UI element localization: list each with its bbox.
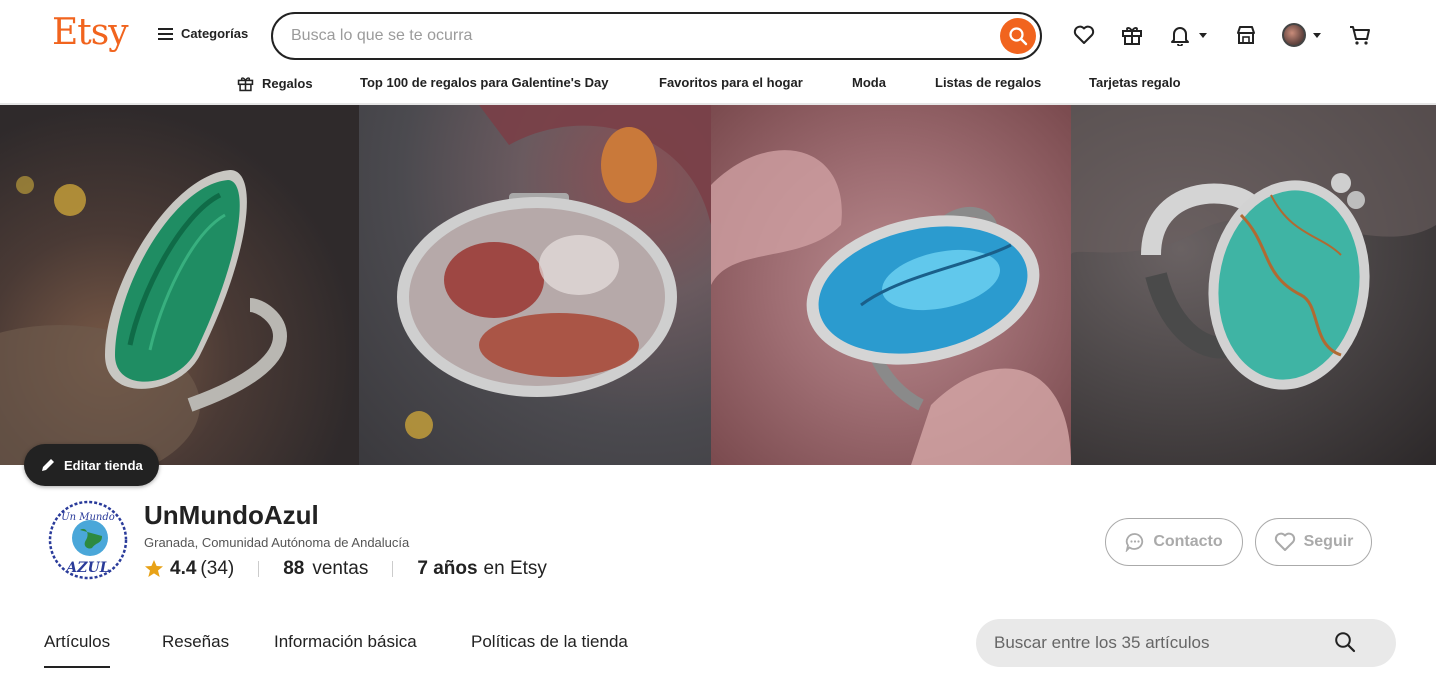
contact-label: Contacto <box>1153 533 1223 550</box>
gift-icon <box>237 77 254 92</box>
nav-item-top-100[interactable]: Top 100 de regalos para Galentine's Day <box>360 75 609 90</box>
heart-icon <box>1274 532 1295 551</box>
top-bar: Etsy Categorías <box>0 0 1436 70</box>
follow-button[interactable]: Seguir <box>1255 518 1372 566</box>
shop-stats: 4.4 (34) 88 ventas 7 años en Etsy <box>144 556 547 582</box>
nav-item-hogar[interactable]: Favoritos para el hogar <box>659 75 803 90</box>
categories-button[interactable]: Categorías <box>158 26 248 41</box>
avatar[interactable] <box>1282 23 1306 47</box>
search-icon[interactable] <box>1334 631 1356 653</box>
shop-search-bar <box>976 619 1396 667</box>
gift-icon <box>1122 27 1142 45</box>
banner-photo-turquoise-ring <box>1071 105 1436 465</box>
follow-label: Seguir <box>1303 533 1354 550</box>
nav-item-listas[interactable]: Listas de regalos <box>935 75 1041 90</box>
tab-articulos[interactable]: Artículos <box>44 632 111 668</box>
shop-banner <box>0 105 1436 465</box>
chat-icon <box>1125 533 1144 552</box>
cart-icon <box>1350 26 1370 45</box>
years-suffix: en Etsy <box>483 558 547 579</box>
secondary-nav: Regalos Top 100 de regalos para Galentin… <box>0 70 1436 104</box>
gift-button[interactable] <box>1119 22 1145 48</box>
contact-button[interactable]: Contacto <box>1105 518 1243 566</box>
sales-label: ventas <box>312 558 369 579</box>
banner-photo-malachite-ring <box>0 105 359 465</box>
tab-politicas[interactable]: Políticas de la tienda <box>471 632 628 652</box>
shop-icon <box>1237 26 1255 44</box>
heart-icon <box>1073 25 1095 44</box>
tab-informacion-basica[interactable]: Información básica <box>274 632 417 652</box>
banner-photo-moss-agate-ring <box>359 105 711 465</box>
favorites-button[interactable] <box>1071 22 1097 48</box>
shop-logo: Un Mundo AZUL <box>46 498 130 582</box>
shop-search-input[interactable] <box>994 632 1324 654</box>
bell-icon <box>1171 27 1189 46</box>
star-icon <box>145 560 163 577</box>
banner-photo-labradorite-ring <box>711 105 1071 465</box>
chevron-down-icon[interactable] <box>1199 33 1207 38</box>
edit-shop-label: Editar tienda <box>64 457 143 473</box>
chevron-down-icon[interactable] <box>1313 33 1321 38</box>
years-on-etsy: 7 años <box>417 558 478 579</box>
stats-divider <box>392 561 394 577</box>
nav-item-regalos[interactable]: Regalos <box>237 75 313 92</box>
shop-logo-text-bottom: AZUL <box>64 560 109 576</box>
cart-button[interactable] <box>1347 22 1373 48</box>
shop-name: UnMundoAzul <box>144 500 319 530</box>
shop-manager-button[interactable] <box>1233 22 1259 48</box>
notifications-button[interactable] <box>1167 22 1193 48</box>
stats-divider <box>258 561 260 577</box>
nav-item-tarjetas[interactable]: Tarjetas regalo <box>1089 75 1181 90</box>
menu-icon <box>158 27 173 40</box>
search-input[interactable] <box>291 25 991 47</box>
shop-logo-text-top: Un Mundo <box>61 512 115 523</box>
search-icon <box>1009 27 1028 46</box>
nav-item-label: Regalos <box>262 76 313 91</box>
pencil-icon <box>42 459 54 471</box>
shop-location: Granada, Comunidad Autónoma de Andalucía <box>144 535 410 550</box>
review-count[interactable]: (34) <box>200 558 234 580</box>
categories-label: Categorías <box>181 26 249 41</box>
shop-rating: 4.4 <box>170 558 197 579</box>
tab-resenas[interactable]: Reseñas <box>162 632 229 652</box>
etsy-logo[interactable]: Etsy <box>52 12 129 53</box>
search-bar <box>271 12 1042 60</box>
sales-count: 88 <box>283 558 305 579</box>
edit-shop-button[interactable]: Editar tienda <box>24 444 159 486</box>
search-button[interactable] <box>1000 18 1036 54</box>
nav-item-moda[interactable]: Moda <box>852 75 886 90</box>
